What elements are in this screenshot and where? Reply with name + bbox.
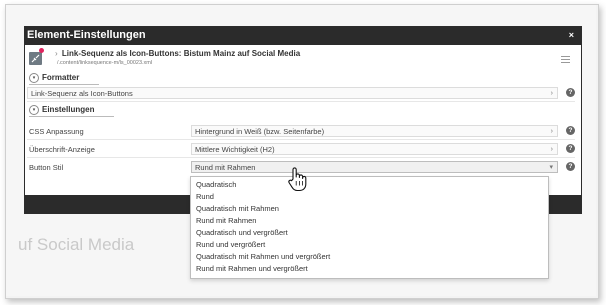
dropdown-option[interactable]: Rund mit Rahmen und vergrößert bbox=[196, 264, 308, 273]
dropdown-option[interactable]: Rund mit Rahmen bbox=[196, 216, 256, 225]
dialog-title: Element-Einstellungen bbox=[27, 29, 146, 41]
formatter-row: Link-Sequenz als Icon-Buttons › ? bbox=[27, 85, 575, 102]
help-icon[interactable]: ? bbox=[566, 162, 575, 171]
help-icon[interactable]: ? bbox=[566, 126, 575, 135]
setting-label: Überschrift-Anzeige bbox=[29, 145, 95, 154]
formatter-select-value: Link-Sequenz als Icon-Buttons bbox=[31, 89, 133, 98]
dialog-titlebar: Element-Einstellungen × bbox=[25, 27, 581, 45]
setting-row-heading: Überschrift-Anzeige Mittlere Wichtigkeit… bbox=[27, 141, 575, 158]
menu-icon[interactable] bbox=[561, 56, 570, 65]
dropdown-option[interactable]: Rund bbox=[196, 192, 214, 201]
resource-path: /.content/linksequence-m/ls_00023.xml bbox=[57, 60, 153, 66]
resource-header: › Link-Sequenz als Icon-Buttons: Bistum … bbox=[27, 47, 575, 73]
css-anpassung-select[interactable]: Hintergrund in Weiß (bzw. Seitenfarbe) › bbox=[191, 125, 558, 137]
setting-row-css: CSS Anpassung Hintergrund in Weiß (bzw. … bbox=[27, 123, 575, 140]
button-stil-value: Rund mit Rahmen bbox=[195, 163, 256, 172]
formatter-section-heading[interactable]: ▾ Formatter bbox=[29, 73, 575, 85]
settings-heading-text: Einstellungen bbox=[42, 105, 95, 115]
resource-title: › Link-Sequenz als Icon-Buttons: Bistum … bbox=[55, 49, 300, 58]
css-anpassung-value: Hintergrund in Weiß (bzw. Seitenfarbe) bbox=[195, 127, 325, 136]
select-arrow-icon: › bbox=[550, 128, 553, 135]
chevron-down-icon: ▾ bbox=[549, 164, 553, 171]
resource-title-text: Link-Sequenz als Icon-Buttons: Bistum Ma… bbox=[61, 49, 301, 58]
dropdown-option[interactable]: Rund und vergrößert bbox=[196, 240, 265, 249]
dropdown-option[interactable]: Quadratisch bbox=[196, 180, 236, 189]
select-arrow-icon: › bbox=[550, 90, 553, 97]
setting-label: Button Stil bbox=[29, 163, 64, 172]
setting-label: CSS Anpassung bbox=[29, 127, 84, 136]
button-stil-dropdown: Quadratisch Rund Quadratisch mit Rahmen … bbox=[190, 176, 549, 279]
resource-type-icon bbox=[29, 52, 42, 65]
expand-icon[interactable]: ▾ bbox=[29, 105, 39, 115]
button-stil-select[interactable]: Rund mit Rahmen ▾ bbox=[191, 161, 558, 173]
dropdown-option[interactable]: Quadratisch und vergrößert bbox=[196, 228, 288, 237]
formatter-heading-text: Formatter bbox=[42, 73, 80, 83]
settings-section-heading[interactable]: ▾ Einstellungen bbox=[29, 105, 575, 117]
help-icon[interactable]: ? bbox=[566, 88, 575, 97]
close-icon[interactable]: × bbox=[569, 30, 574, 40]
chevron-right-icon: › bbox=[55, 49, 58, 58]
formatter-select[interactable]: Link-Sequenz als Icon-Buttons › bbox=[27, 87, 558, 99]
dropdown-option[interactable]: Quadratisch mit Rahmen und vergrößert bbox=[196, 252, 330, 261]
expand-icon[interactable]: ▾ bbox=[29, 73, 39, 83]
help-icon[interactable]: ? bbox=[566, 144, 575, 153]
select-arrow-icon: › bbox=[550, 146, 553, 153]
background-heading: uf Social Media bbox=[18, 235, 135, 254]
hand-cursor-icon bbox=[287, 166, 309, 194]
ueberschrift-value: Mittlere Wichtigkeit (H2) bbox=[195, 145, 275, 154]
changed-indicator-icon bbox=[39, 48, 44, 53]
dropdown-option[interactable]: Quadratisch mit Rahmen bbox=[196, 204, 279, 213]
ueberschrift-select[interactable]: Mittlere Wichtigkeit (H2) › bbox=[191, 143, 558, 155]
